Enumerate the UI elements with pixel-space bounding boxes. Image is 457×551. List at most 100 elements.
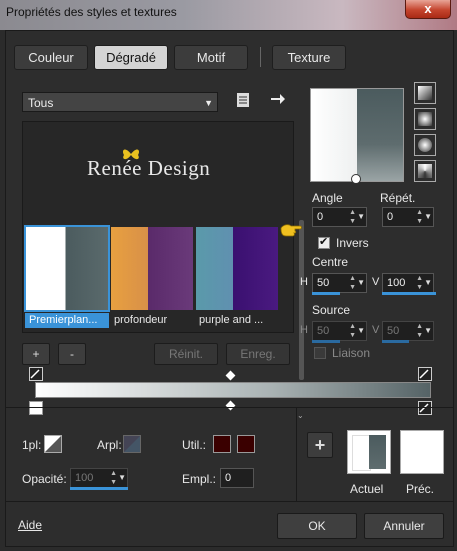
center-v-spinner[interactable]: 100 ▲ ▼ ▼ <box>382 273 436 295</box>
chevron-down-icon[interactable]: ▼ <box>424 274 432 292</box>
spin-updown-icon[interactable]: ▲ ▼ <box>349 208 356 226</box>
arrow-right-icon[interactable] <box>270 92 286 109</box>
source-h-value: 50 <box>317 325 330 337</box>
tab-separator <box>260 47 261 67</box>
plus-icon: + <box>314 435 326 455</box>
spin-updown-icon[interactable]: ▲ ▼ <box>349 322 356 340</box>
cancel-button[interactable]: Annuler <box>364 513 444 539</box>
current-swatch[interactable] <box>347 430 391 474</box>
close-icon: x <box>424 1 432 16</box>
tab-degrade[interactable]: Dégradé <box>94 45 168 70</box>
radial-style-button[interactable] <box>414 160 436 182</box>
thumb-label: profondeur <box>114 314 168 326</box>
tab-motif[interactable]: Motif <box>174 45 248 70</box>
source-label: Source <box>312 303 351 317</box>
list-view-icon[interactable] <box>236 92 250 111</box>
spin-updown-icon[interactable]: ▲ ▼ <box>110 469 117 487</box>
dialog-body: Couleur Dégradé Motif Texture Tous ▼ Ren… <box>5 30 454 547</box>
renee-design-logo: Renée Design <box>87 149 211 181</box>
midpoint-marker-top[interactable] <box>225 370 236 381</box>
center-h-spinner[interactable]: 50 ▲ ▼ ▼ <box>312 273 367 295</box>
title-bar: Propriétés des styles et textures x <box>0 0 457 30</box>
category-select[interactable]: Tous ▼ <box>22 92 218 112</box>
chevron-down-icon[interactable]: ▼ <box>357 208 365 226</box>
source-v-value: 50 <box>387 325 400 337</box>
spin-updown-icon[interactable]: ▲ ▼ <box>416 274 423 292</box>
window-title: Propriétés des styles et textures <box>6 5 177 19</box>
chevron-down-icon[interactable]: ▼ <box>357 274 365 292</box>
center-v-value: 100 <box>387 277 406 289</box>
tab-couleur[interactable]: Couleur <box>14 45 88 70</box>
chevron-down-icon: ▼ <box>204 98 213 108</box>
background-swatch[interactable] <box>123 435 141 453</box>
source-v-label: V <box>372 324 380 336</box>
chevron-down-icon[interactable]: ▼ <box>357 322 365 340</box>
angle-spinner[interactable]: 0 ▲ ▼ ▼ <box>312 207 367 227</box>
preview-right <box>357 89 403 181</box>
gradient-thumb-premierplan[interactable] <box>24 225 110 312</box>
previous-label: Préc. <box>406 482 435 496</box>
angle-value: 0 <box>317 211 324 223</box>
source-h-label: H <box>300 324 308 336</box>
previous-swatch[interactable] <box>400 430 444 474</box>
opacity-label: Opacité: <box>22 472 67 486</box>
logo-text: Renée Design <box>87 156 211 180</box>
center-handle[interactable] <box>351 174 361 184</box>
thumb-label: purple and ... <box>199 314 264 326</box>
spin-updown-icon[interactable]: ▲ ▼ <box>349 274 356 292</box>
add-swatch-button[interactable]: + <box>307 432 333 458</box>
util-swatch-2[interactable] <box>237 435 255 453</box>
panel-divider <box>296 408 297 501</box>
add-gradient-button[interactable]: + <box>22 343 50 365</box>
spin-updown-icon[interactable]: ▲ ▼ <box>416 208 423 226</box>
center-v-fill <box>382 292 436 295</box>
close-button[interactable]: x <box>405 0 451 19</box>
gradient-thumb-profondeur[interactable] <box>111 227 193 310</box>
linear-style-button[interactable] <box>414 82 436 104</box>
opacity-fill <box>70 487 128 490</box>
invert-checkbox[interactable]: ✔ <box>318 236 330 249</box>
help-link[interactable]: Aide <box>18 518 42 532</box>
source-h-spinner[interactable]: 50 ▲ ▼ ▼ <box>312 321 367 343</box>
opacity-spinner[interactable]: 100 ▲ ▼ ▼ <box>70 468 128 490</box>
category-select-value: Tous <box>28 96 54 110</box>
remove-gradient-button[interactable]: - <box>58 343 86 365</box>
save-button[interactable]: Enreg. <box>226 343 290 365</box>
link-label: Liaison <box>332 346 371 360</box>
source-h-fill <box>312 340 340 343</box>
tab-texture[interactable]: Texture <box>272 45 346 70</box>
center-label: Centre <box>312 255 349 269</box>
bottom-panel: 1pl: Arpl: Util.: Opacité: 100 ▲ ▼ ▼ Empl… <box>6 407 453 501</box>
foreground-swatch[interactable] <box>44 435 62 453</box>
chevron-down-icon[interactable]: ▼ <box>424 322 432 340</box>
spin-updown-icon[interactable]: ▲ ▼ <box>416 322 423 340</box>
angle-label: Angle <box>312 191 343 205</box>
source-v-spinner[interactable]: 50 ▲ ▼ ▼ <box>382 321 434 343</box>
gradient-thumb-purple[interactable] <box>196 227 278 310</box>
chevron-down-icon[interactable]: ▼ <box>424 208 432 226</box>
util-swatch-1[interactable] <box>213 435 231 453</box>
color-stop-top-left[interactable] <box>29 367 43 381</box>
link-checkbox[interactable] <box>314 347 326 359</box>
center-v-label: V <box>372 276 380 288</box>
center-h-fill <box>312 292 340 295</box>
sunburst-style-button[interactable] <box>414 134 436 156</box>
gradient-gallery: Renée Design Premierplan... profondeur p… <box>22 121 304 420</box>
gradient-bar[interactable] <box>35 382 431 398</box>
source-v-fill <box>382 340 409 343</box>
color-stop-top-right[interactable] <box>418 367 432 381</box>
ok-button[interactable]: OK <box>277 513 357 539</box>
center-h-label: H <box>300 276 308 288</box>
scrollbar-thumb[interactable] <box>299 220 304 380</box>
rectangular-style-button[interactable] <box>414 108 436 130</box>
footer-divider <box>6 501 453 502</box>
repeat-spinner[interactable]: 0 ▲ ▼ ▼ <box>382 207 434 227</box>
reset-button[interactable]: Réinit. <box>154 343 218 365</box>
opacity-value: 100 <box>75 472 94 484</box>
placement-field[interactable]: 0 <box>220 468 254 488</box>
pointing-hand-icon <box>280 221 302 242</box>
preview-left <box>311 89 357 181</box>
gradient-preview[interactable] <box>310 88 404 184</box>
repeat-label: Répét. <box>380 191 416 205</box>
chevron-down-icon[interactable]: ▼ <box>118 469 126 487</box>
